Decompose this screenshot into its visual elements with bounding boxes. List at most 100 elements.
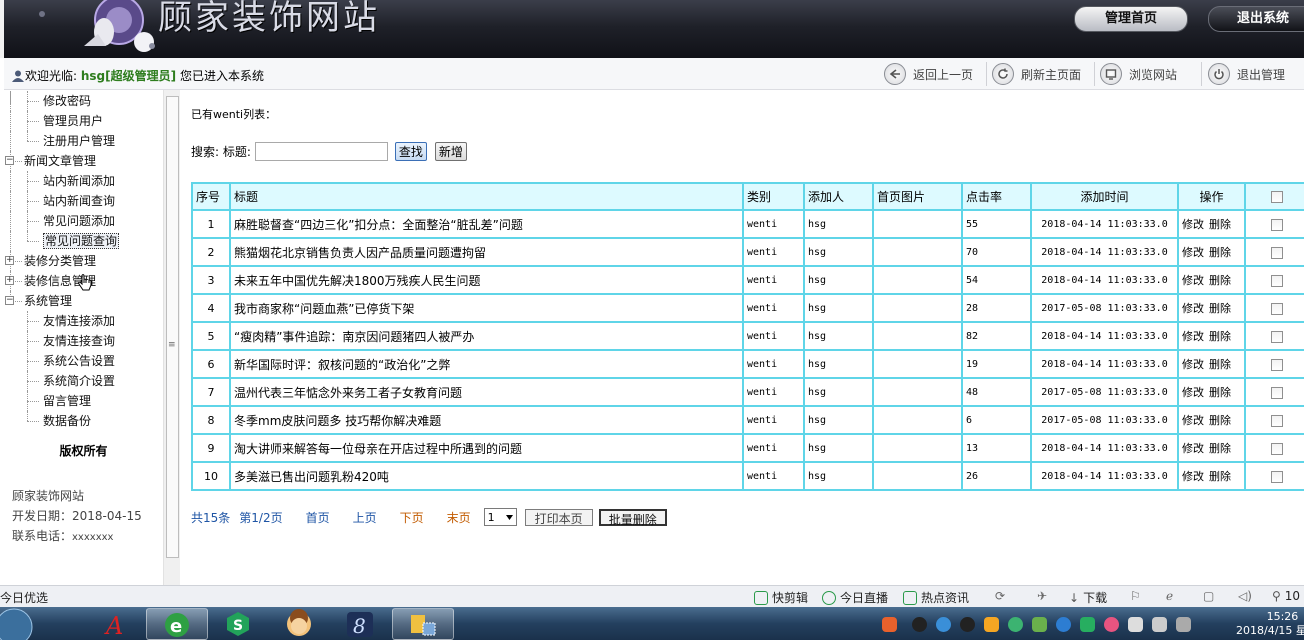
sidebar-item-link-query[interactable]: 友情连接查询 <box>4 331 163 351</box>
tray-app-icon[interactable] <box>984 617 999 632</box>
taskbar-app-acrobat[interactable]: A <box>84 608 146 640</box>
batch-delete-button[interactable]: 批量删除 <box>598 508 667 527</box>
page-select[interactable]: 1 <box>483 508 517 526</box>
row-checkbox[interactable] <box>1270 358 1283 371</box>
taskbar-app-avatar[interactable] <box>268 608 330 640</box>
delete-link[interactable]: 删除 <box>1209 442 1231 455</box>
today-picks-link[interactable]: 今日优选 <box>0 589 48 606</box>
sidebar-scrollbar[interactable]: ≡ <box>163 90 180 585</box>
row-checkbox[interactable] <box>1270 414 1283 427</box>
qq-icon[interactable] <box>912 617 927 632</box>
sidebar-item-news-management[interactable]: − 新闻文章管理 <box>4 151 163 171</box>
sidebar-item-messages[interactable]: 留言管理 <box>4 391 163 411</box>
sidebar-item-faq-add[interactable]: 常见问题添加 <box>4 211 163 231</box>
row-checkbox[interactable] <box>1270 470 1283 483</box>
first-page-link[interactable]: 首页 <box>306 509 330 526</box>
back-button[interactable]: 返回上一页 <box>884 63 973 85</box>
history-icon[interactable]: ⟳ <box>995 589 1005 603</box>
row-checkbox[interactable] <box>1270 246 1283 259</box>
logout-admin-button[interactable]: 退出管理 <box>1208 63 1285 85</box>
expand-icon[interactable]: + <box>5 256 14 265</box>
volume-icon[interactable]: ◁) <box>1238 589 1252 603</box>
edit-link[interactable]: 修改 <box>1182 246 1204 259</box>
delete-link[interactable]: 删除 <box>1209 274 1231 287</box>
sidebar-item-news-add[interactable]: 站内新闻添加 <box>4 171 163 191</box>
expand-icon[interactable]: + <box>5 276 14 285</box>
start-orb-icon[interactable] <box>0 607 52 640</box>
next-page-link[interactable]: 下页 <box>400 509 424 526</box>
delete-link[interactable]: 删除 <box>1209 414 1231 427</box>
admin-home-button[interactable]: 管理首页 <box>1074 6 1188 32</box>
sogou-icon[interactable] <box>882 617 897 632</box>
title-search-input[interactable] <box>254 142 388 161</box>
collapse-icon[interactable]: − <box>5 296 14 305</box>
sidebar-item-link-add[interactable]: 友情连接添加 <box>4 311 163 331</box>
network-tray-icon[interactable] <box>936 617 951 632</box>
download-link[interactable]: ↓ 下载 <box>1069 589 1107 606</box>
pin-icon[interactable]: ✈ <box>1037 589 1047 603</box>
delete-link[interactable]: 删除 <box>1209 386 1231 399</box>
collapse-icon[interactable]: − <box>5 156 14 165</box>
flower-icon[interactable] <box>1104 617 1119 632</box>
scrollbar-thumb[interactable] <box>166 96 179 558</box>
row-checkbox[interactable] <box>1270 386 1283 399</box>
taskbar-app-tools[interactable] <box>392 608 454 640</box>
delete-link[interactable]: 删除 <box>1209 358 1231 371</box>
ie-icon[interactable]: ℯ <box>1166 589 1173 603</box>
flag-icon[interactable]: ⚐ <box>1130 589 1141 603</box>
delete-link[interactable]: 删除 <box>1209 470 1231 483</box>
clock[interactable]: 15:26 2018/4/15 星期日 <box>1236 610 1304 638</box>
tray-app-icon[interactable] <box>1032 617 1047 632</box>
delete-link[interactable]: 删除 <box>1209 218 1231 231</box>
add-button[interactable]: 新增 <box>434 142 467 161</box>
live-link[interactable]: 今日直播 <box>822 589 888 606</box>
edit-link[interactable]: 修改 <box>1182 386 1204 399</box>
browse-site-button[interactable]: 浏览网站 <box>1100 63 1177 85</box>
edit-link[interactable]: 修改 <box>1182 274 1204 287</box>
edit-link[interactable]: 修改 <box>1182 358 1204 371</box>
row-checkbox[interactable] <box>1270 442 1283 455</box>
sidebar-item-intro-settings[interactable]: 系统简介设置 <box>4 371 163 391</box>
sidebar-item-faq-query[interactable]: 常见问题查询 <box>4 231 163 251</box>
tray-app-icon[interactable] <box>1056 617 1071 632</box>
select-all-checkbox[interactable] <box>1270 191 1283 203</box>
row-checkbox[interactable] <box>1270 330 1283 343</box>
volume-tray-icon[interactable] <box>1152 617 1167 632</box>
exit-system-button[interactable]: 退出系统 <box>1208 6 1304 32</box>
quick-edit-link[interactable]: 快剪辑 <box>754 589 808 606</box>
zoom-control[interactable]: ⚲ 10 <box>1272 589 1300 603</box>
sidebar-item-notice-settings[interactable]: 系统公告设置 <box>4 351 163 371</box>
sidebar-item-news-query[interactable]: 站内新闻查询 <box>4 191 163 211</box>
sidebar-item-backup[interactable]: 数据备份 <box>4 411 163 431</box>
shield-icon[interactable] <box>1080 617 1095 632</box>
refresh-button[interactable]: 刷新主页面 <box>992 63 1081 85</box>
edit-link[interactable]: 修改 <box>1182 442 1204 455</box>
edit-link[interactable]: 修改 <box>1182 218 1204 231</box>
delete-link[interactable]: 删除 <box>1209 302 1231 315</box>
prev-page-link[interactable]: 上页 <box>353 509 377 526</box>
sidebar-item-registered-users[interactable]: 注册用户管理 <box>4 131 163 151</box>
taskbar-app-eclipse[interactable]: 8 <box>330 608 392 640</box>
device-icon[interactable] <box>1128 617 1143 632</box>
delete-link[interactable]: 删除 <box>1209 246 1231 259</box>
row-checkbox[interactable] <box>1270 302 1283 315</box>
edit-link[interactable]: 修改 <box>1182 330 1204 343</box>
edit-link[interactable]: 修改 <box>1182 470 1204 483</box>
hot-news-link[interactable]: 热点资讯 <box>903 589 969 606</box>
sidebar-item-admin-users[interactable]: 管理员用户 <box>4 111 163 131</box>
wechat-icon[interactable] <box>1008 617 1023 632</box>
edit-link[interactable]: 修改 <box>1182 302 1204 315</box>
delete-link[interactable]: 删除 <box>1209 330 1231 343</box>
row-checkbox[interactable] <box>1270 218 1283 231</box>
sidebar-item-system-management[interactable]: − 系统管理 <box>4 291 163 311</box>
sidebar-item-change-password[interactable]: 修改密码 <box>4 91 163 111</box>
sidebar-item-decor-category[interactable]: + 装修分类管理 <box>4 251 163 271</box>
edit-link[interactable]: 修改 <box>1182 414 1204 427</box>
last-page-link[interactable]: 末页 <box>447 509 471 526</box>
search-button[interactable]: 查找 <box>394 142 427 161</box>
print-page-button[interactable]: 打印本页 <box>524 508 593 526</box>
taskbar-app-green-s[interactable]: S <box>208 608 270 640</box>
row-checkbox[interactable] <box>1270 274 1283 287</box>
sidebar-item-decor-info[interactable]: + 装修信息管理 <box>4 271 163 291</box>
signal-icon[interactable] <box>1176 617 1191 632</box>
